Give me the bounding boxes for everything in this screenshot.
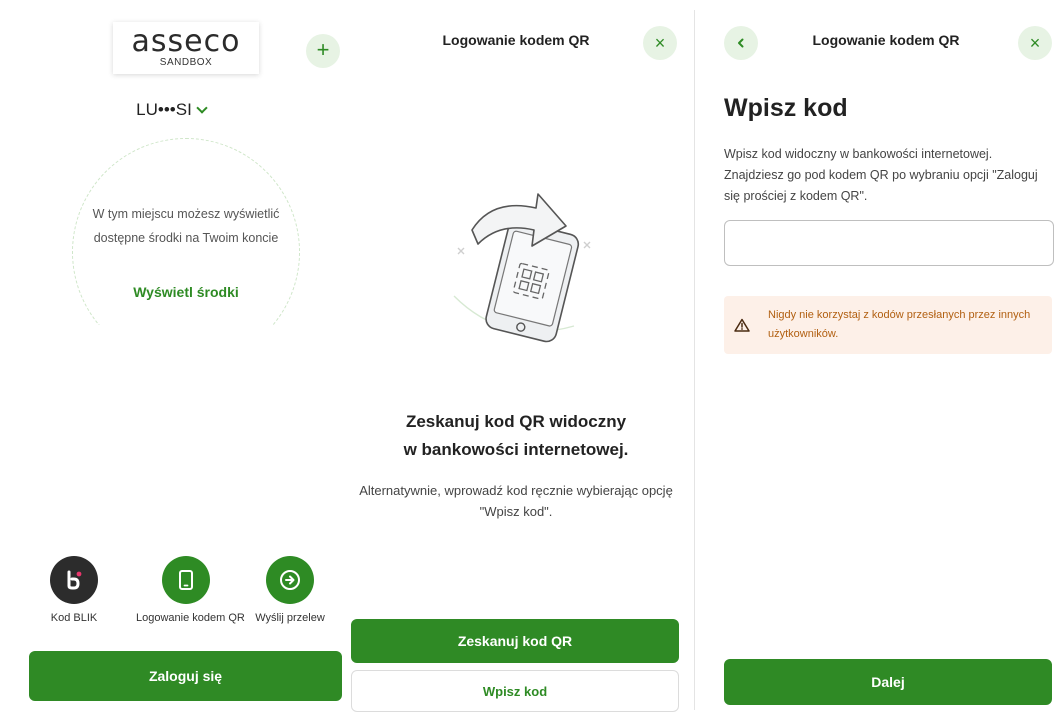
warning-text: Nigdy nie korzystaj z kodów przesłanych … [768, 309, 1031, 340]
scan-heading: Zeskanuj kod QR widoczny w bankowości in… [403, 412, 629, 459]
close-button[interactable]: × [1018, 26, 1052, 60]
bank-logo: asseco SANDBOX [113, 22, 259, 74]
chevron-down-icon [196, 102, 208, 114]
user-selector[interactable]: LU•••SI [0, 100, 342, 120]
plus-icon: + [316, 37, 330, 62]
panel-divider [694, 10, 695, 710]
quick-action-transfer[interactable]: Wyślij przelew [240, 556, 340, 624]
phone-scan-illustration [444, 186, 604, 346]
quick-action-qr-login[interactable]: Logowanie kodem QR [136, 556, 245, 624]
close-button[interactable]: × [643, 26, 677, 60]
close-icon: × [1029, 32, 1041, 53]
code-input[interactable] [724, 220, 1054, 266]
quick-action-label: Kod BLIK [50, 612, 98, 624]
arrow-right-icon [266, 556, 314, 604]
enter-code-button[interactable]: Wpisz kod [351, 670, 679, 712]
balance-info-text: W tym miejscu możesz wyświetlić dostępne… [92, 207, 280, 245]
scan-description: Alternatywnie, wprowadź kod ręcznie wybi… [359, 483, 673, 519]
enter-code-description: Wpisz kod widoczny w bankowości internet… [724, 147, 1038, 203]
logo-text: asseco [131, 24, 241, 59]
page-title: Wpisz kod [724, 94, 848, 122]
add-button[interactable]: + [306, 34, 340, 68]
scan-qr-button[interactable]: Zeskanuj kod QR [351, 619, 679, 663]
blik-icon [50, 556, 98, 604]
user-name: LU•••SI [136, 100, 192, 119]
warning-banner: Nigdy nie korzystaj z kodów przesłanych … [724, 296, 1052, 354]
home-screen: asseco SANDBOX + LU•••SI W tym miejscu m… [0, 0, 342, 713]
quick-action-label: Wyślij przelew [255, 612, 325, 624]
logo-subtitle: SANDBOX [159, 57, 213, 68]
show-funds-link[interactable]: Wyświetl środki [90, 284, 282, 300]
login-button[interactable]: Zaloguj się [29, 651, 342, 701]
chevron-left-icon [738, 38, 744, 48]
quick-action-blik[interactable]: Kod BLIK [24, 556, 124, 624]
phone-icon [162, 556, 210, 604]
qr-scan-screen: Logowanie kodem QR × Zeskanuj kod QR wid… [346, 0, 686, 713]
quick-action-label: Logowanie kodem QR [136, 612, 245, 624]
enter-code-screen: Logowanie kodem QR × Wpisz kod Wpisz kod… [696, 0, 1059, 713]
close-icon: × [654, 32, 666, 53]
warning-icon [734, 318, 750, 332]
screen-title: Logowanie kodem QR [442, 32, 590, 48]
back-button[interactable] [724, 26, 758, 60]
screen-title: Logowanie kodem QR [812, 32, 960, 48]
next-button[interactable]: Dalej [724, 659, 1052, 705]
